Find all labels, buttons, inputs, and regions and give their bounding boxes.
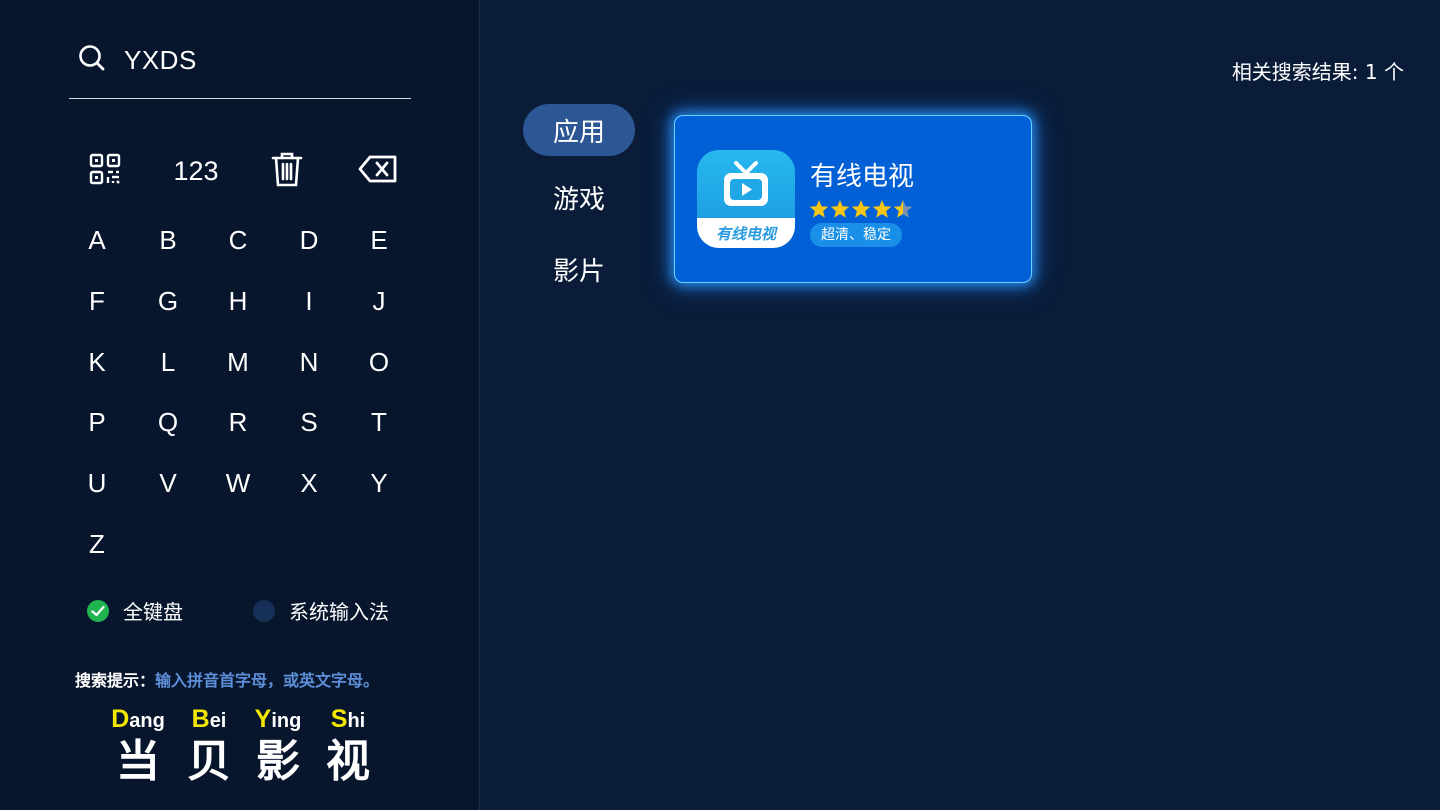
key-n[interactable]: N (274, 332, 344, 392)
star-icon (872, 200, 892, 218)
radio-off-icon (253, 599, 275, 622)
brand-char: Bei 贝 (169, 706, 249, 788)
key-o[interactable]: O (344, 332, 414, 392)
app-name: 有线电视 (810, 162, 915, 192)
brand-initial: D (111, 705, 130, 733)
brand-hanzi: 视 (326, 736, 370, 787)
key-d[interactable]: D (274, 210, 344, 270)
keyboard-toolbar: 123 (70, 148, 420, 194)
brand-char: Shi 视 (308, 706, 388, 788)
search-query: YXDS (124, 44, 197, 75)
tab-movies[interactable]: 影片 (523, 243, 635, 295)
star-icon (830, 200, 850, 218)
brand-hanzi: 影 (256, 736, 300, 787)
half-star-icon (893, 200, 913, 218)
backspace-icon (358, 155, 398, 187)
key-s[interactable]: S (274, 392, 344, 452)
search-icon (78, 44, 106, 76)
key-x[interactable]: X (274, 453, 344, 513)
brand-hanzi: 贝 (187, 736, 231, 787)
mode-system-ime[interactable]: 系统输入法 (253, 596, 389, 625)
key-c[interactable]: C (203, 210, 273, 270)
key-q[interactable]: Q (133, 392, 203, 452)
key-m[interactable]: M (203, 332, 273, 392)
search-box[interactable]: YXDS (78, 40, 197, 80)
mode-full-keyboard[interactable]: 全键盘 (87, 596, 183, 625)
qr-code-button[interactable] (70, 148, 140, 194)
key-e[interactable]: E (344, 210, 414, 270)
hint-label: 搜索提示： (75, 671, 156, 690)
key-h[interactable]: H (203, 271, 273, 331)
key-a[interactable]: A (62, 210, 132, 270)
key-k[interactable]: K (62, 332, 132, 392)
search-underline (69, 98, 411, 99)
brand-pinyin: ang (129, 710, 165, 732)
brand-char: Dang 当 (98, 706, 178, 788)
brand-pinyin: ei (209, 710, 227, 732)
brand-pinyin: hi (347, 710, 366, 732)
key-p[interactable]: P (62, 392, 132, 452)
keyboard-panel: YXDS 123 A B C D E F G H I J K L M N O P… (0, 0, 480, 810)
key-r[interactable]: R (203, 392, 273, 452)
brand-initial: Y (254, 705, 272, 733)
app-tag: 超清、稳定 (810, 223, 902, 247)
backspace-button[interactable] (343, 148, 413, 194)
numbers-label: 123 (173, 155, 219, 186)
qr-code-icon (89, 153, 121, 189)
brand-hanzi: 当 (116, 736, 160, 787)
tab-apps[interactable]: 应用 (523, 104, 635, 156)
key-t[interactable]: T (344, 392, 414, 452)
check-icon (87, 599, 109, 622)
app-icon-label: 有线电视 (697, 218, 795, 248)
trash-icon (271, 151, 303, 191)
star-icon (809, 200, 829, 218)
brand-char: Ying 影 (238, 706, 318, 788)
mode-label: 系统输入法 (289, 600, 389, 624)
hint-text: 输入拼音首字母，或英文字母。 (155, 671, 380, 690)
key-f[interactable]: F (62, 271, 132, 331)
clear-button[interactable] (252, 148, 322, 194)
app-icon: 有线电视 (697, 150, 795, 248)
result-card[interactable]: 有线电视 有线电视 超清、稳定 (674, 115, 1032, 283)
key-v[interactable]: V (133, 453, 203, 513)
key-y[interactable]: Y (344, 453, 414, 513)
mode-label: 全键盘 (123, 600, 183, 624)
star-icon (851, 200, 871, 218)
rating-stars (809, 198, 913, 220)
brand-initial: B (191, 705, 210, 733)
key-g[interactable]: G (133, 271, 203, 331)
tab-games[interactable]: 游戏 (523, 171, 635, 223)
numbers-button[interactable]: 123 (161, 148, 231, 194)
key-j[interactable]: J (344, 271, 414, 331)
key-b[interactable]: B (133, 210, 203, 270)
brand-pinyin: ing (271, 710, 302, 732)
key-z[interactable]: Z (62, 514, 132, 574)
key-u[interactable]: U (62, 453, 132, 513)
brand-initial: S (330, 705, 348, 733)
search-hint: 搜索提示：输入拼音首字母，或英文字母。 (75, 667, 379, 691)
result-count: 相关搜索结果: 1 个 (1231, 60, 1404, 84)
key-w[interactable]: W (203, 453, 273, 513)
key-i[interactable]: I (274, 271, 344, 331)
key-l[interactable]: L (133, 332, 203, 392)
tv-icon (721, 160, 771, 216)
